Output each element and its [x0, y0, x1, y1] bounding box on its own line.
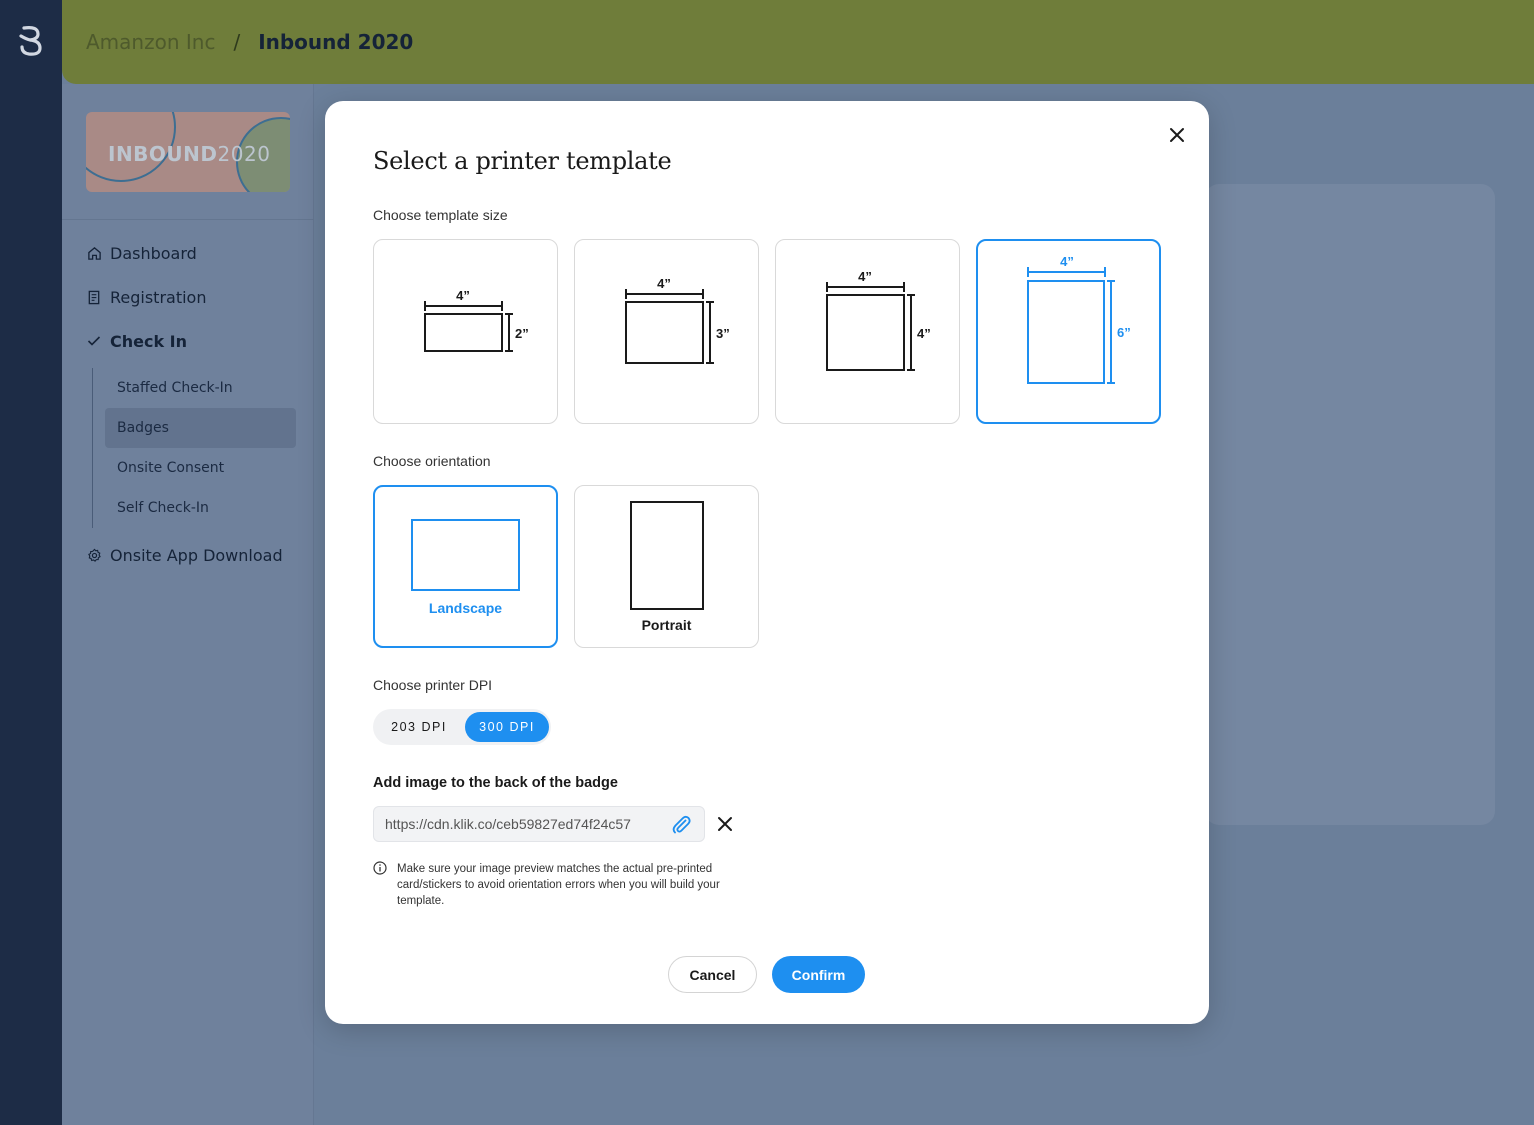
template-size-label: Choose template size [373, 207, 508, 223]
content-card [1205, 184, 1495, 825]
landscape-shape [411, 519, 520, 591]
paperclip-icon[interactable] [670, 813, 692, 835]
breadcrumb: Amanzon Inc / Inbound 2020 [86, 30, 413, 54]
size-4x3-diagram: 4” 3” [625, 276, 730, 364]
event-banner-light: 2020 [217, 142, 271, 166]
sidebar-nav: Dashboard Registration Check In Staffed … [86, 240, 296, 586]
sidebar-item-registration[interactable]: Registration [86, 284, 296, 310]
height-label: 4” [917, 326, 931, 341]
sidebar-subitem-staffed-check-in[interactable]: Staffed Check-In [105, 368, 296, 408]
width-label: 4” [657, 276, 671, 291]
document-icon [86, 289, 102, 305]
size-option-4x3[interactable]: 4” 3” [574, 239, 759, 424]
image-url-input[interactable] [385, 807, 655, 841]
breadcrumb-org[interactable]: Amanzon Inc [86, 30, 215, 54]
height-label: 3” [716, 326, 730, 341]
clear-url-icon[interactable] [717, 816, 733, 832]
sidebar-subitem-self-check-in[interactable]: Self Check-In [105, 488, 296, 528]
height-label: 6” [1117, 325, 1131, 340]
image-url-field [373, 806, 705, 842]
printer-template-modal: Select a printer template Choose templat… [325, 101, 1209, 1024]
sidebar-subitem-onsite-consent[interactable]: Onsite Consent [105, 448, 296, 488]
close-icon[interactable] [1167, 125, 1187, 145]
confirm-button[interactable]: Confirm [772, 956, 865, 993]
size-4x6-diagram: 4” 6” [1027, 254, 1131, 384]
check-icon [86, 333, 102, 349]
dpi-label: Choose printer DPI [373, 677, 493, 693]
sidebar-item-label: Check In [110, 331, 188, 351]
size-4x2-diagram: 4” 2” [424, 288, 529, 352]
orientation-label-landscape: Landscape [428, 600, 503, 616]
left-rail [0, 0, 62, 1125]
height-label: 2” [515, 326, 529, 341]
dpi-toggle: 203 DPI 300 DPI [373, 709, 551, 745]
portrait-shape [630, 501, 704, 610]
width-label: 4” [456, 288, 470, 303]
sidebar-item-dashboard[interactable]: Dashboard [86, 240, 296, 266]
size-4x4-diagram: 4” 4” [826, 269, 931, 371]
orientation-portrait[interactable]: Portrait [574, 485, 759, 648]
dpi-option-300[interactable]: 300 DPI [465, 712, 549, 742]
app-logo-icon[interactable] [16, 24, 46, 56]
home-icon [86, 245, 102, 261]
width-label: 4” [858, 269, 872, 284]
size-option-4x4[interactable]: 4” 4” [775, 239, 960, 424]
modal-title: Select a printer template [373, 147, 672, 175]
info-text: Make sure your image preview matches the… [397, 863, 720, 907]
orientation-label-portrait: Portrait [641, 617, 692, 633]
gear-icon [86, 547, 102, 563]
back-image-label: Add image to the back of the badge [373, 775, 618, 791]
size-option-4x6[interactable]: 4” 6” [976, 239, 1161, 424]
sidebar-item-check-in[interactable]: Check In [86, 328, 296, 354]
size-option-4x2[interactable]: 4” 2” [373, 239, 558, 424]
breadcrumb-event: Inbound 2020 [258, 30, 414, 54]
sidebar-item-label: Onsite App Download [110, 545, 283, 565]
cancel-button[interactable]: Cancel [668, 956, 757, 993]
sidebar-item-onsite-app-download[interactable]: Onsite App Download [86, 542, 296, 568]
top-bar: Amanzon Inc / Inbound 2020 [62, 0, 1534, 84]
dpi-option-203[interactable]: 203 DPI [379, 712, 459, 742]
event-banner-bold: INBOUND [108, 142, 218, 166]
sidebar-item-label: Registration [110, 287, 207, 307]
info-icon [373, 861, 387, 875]
width-label: 4” [1060, 254, 1074, 269]
breadcrumb-separator: / [233, 30, 241, 54]
event-banner: INBOUND2020 [86, 112, 290, 192]
orientation-landscape[interactable]: Landscape [373, 485, 558, 648]
sidebar: INBOUND2020 Dashboard Registration Check… [62, 84, 314, 1125]
orientation-label: Choose orientation [373, 453, 491, 469]
check-in-submenu: Staffed Check-In Badges Onsite Consent S… [92, 368, 296, 528]
sidebar-item-label: Dashboard [110, 243, 197, 263]
sidebar-subitem-badges[interactable]: Badges [105, 408, 296, 448]
